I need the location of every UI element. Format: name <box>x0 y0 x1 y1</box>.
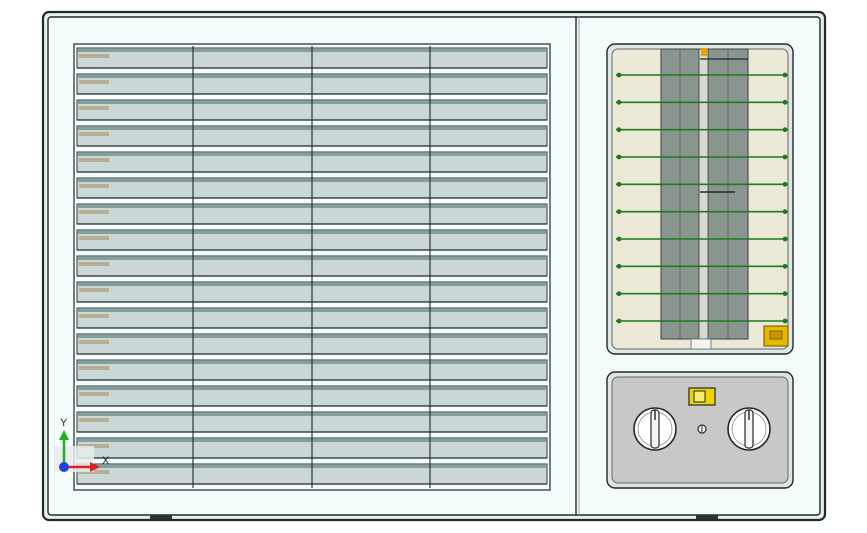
fin-gap <box>698 48 709 340</box>
control-panel <box>606 371 794 489</box>
cabinet-foot-right <box>696 515 718 519</box>
rocker-switch[interactable] <box>688 387 716 406</box>
drain-outlet <box>690 338 712 350</box>
cad-drawing: Y X <box>41 10 827 522</box>
fan-speed-knob[interactable] <box>727 407 771 451</box>
triad-y-label: Y <box>60 417 68 429</box>
thermostat-knob[interactable] <box>633 407 677 451</box>
coil-connector <box>763 325 789 347</box>
triad-z-axis <box>59 462 69 472</box>
evaporator-fins <box>660 48 749 340</box>
indicator-screw <box>697 424 707 434</box>
fin-marker <box>701 48 707 56</box>
triad-x-label: X <box>102 455 110 467</box>
cabinet-foot-left <box>150 515 172 519</box>
coil-window <box>606 43 794 355</box>
front-grille <box>73 43 551 491</box>
